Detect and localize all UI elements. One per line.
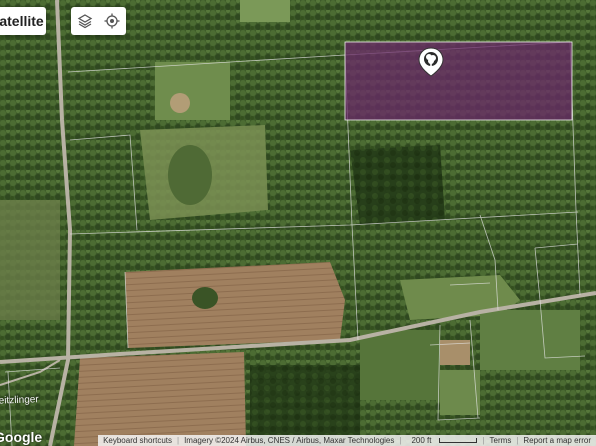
google-logo: Google: [0, 429, 43, 445]
imagery-credit: Imagery ©2024 Airbus, CNES / Airbus, Max…: [184, 436, 395, 445]
terms-link[interactable]: Terms: [485, 436, 517, 445]
my-location-button[interactable]: [101, 10, 123, 32]
map-type-label: Satellite: [0, 13, 44, 29]
dense-forest: [350, 145, 445, 225]
highlighted-parcel[interactable]: [344, 41, 573, 121]
my-location-icon: [104, 13, 120, 29]
wet-area: [168, 145, 212, 205]
satellite-map[interactable]: [0, 0, 596, 446]
layers-icon: [77, 14, 93, 29]
plowed-field-south: [74, 352, 246, 446]
layers-button[interactable]: [74, 10, 96, 32]
clearing-north: [170, 93, 190, 113]
scale-bar: [439, 438, 478, 443]
tree-island: [192, 287, 218, 309]
report-error-link[interactable]: Report a map error: [518, 436, 596, 445]
dense-forest-south: [250, 365, 360, 446]
plowed-field-north: [125, 262, 345, 348]
meadow-southeast: [360, 330, 440, 400]
road-label: Seitzlinger: [0, 394, 39, 407]
meadow-north: [155, 62, 230, 120]
keyboard-shortcuts-link[interactable]: Keyboard shortcuts: [98, 436, 177, 445]
scale-label: 200 ft: [411, 436, 432, 445]
meadow-left: [0, 200, 60, 320]
map-type-selector[interactable]: Satellite: [0, 7, 46, 35]
attribution-bar: Keyboard shortcuts | Imagery ©2024 Airbu…: [98, 435, 596, 446]
map-controls: [71, 7, 126, 35]
scale-control[interactable]: 200 ft: [401, 436, 482, 445]
meadow-bottom-right: [440, 370, 480, 415]
meadow-far-east: [480, 310, 580, 370]
meadow-top-right: [240, 0, 290, 22]
